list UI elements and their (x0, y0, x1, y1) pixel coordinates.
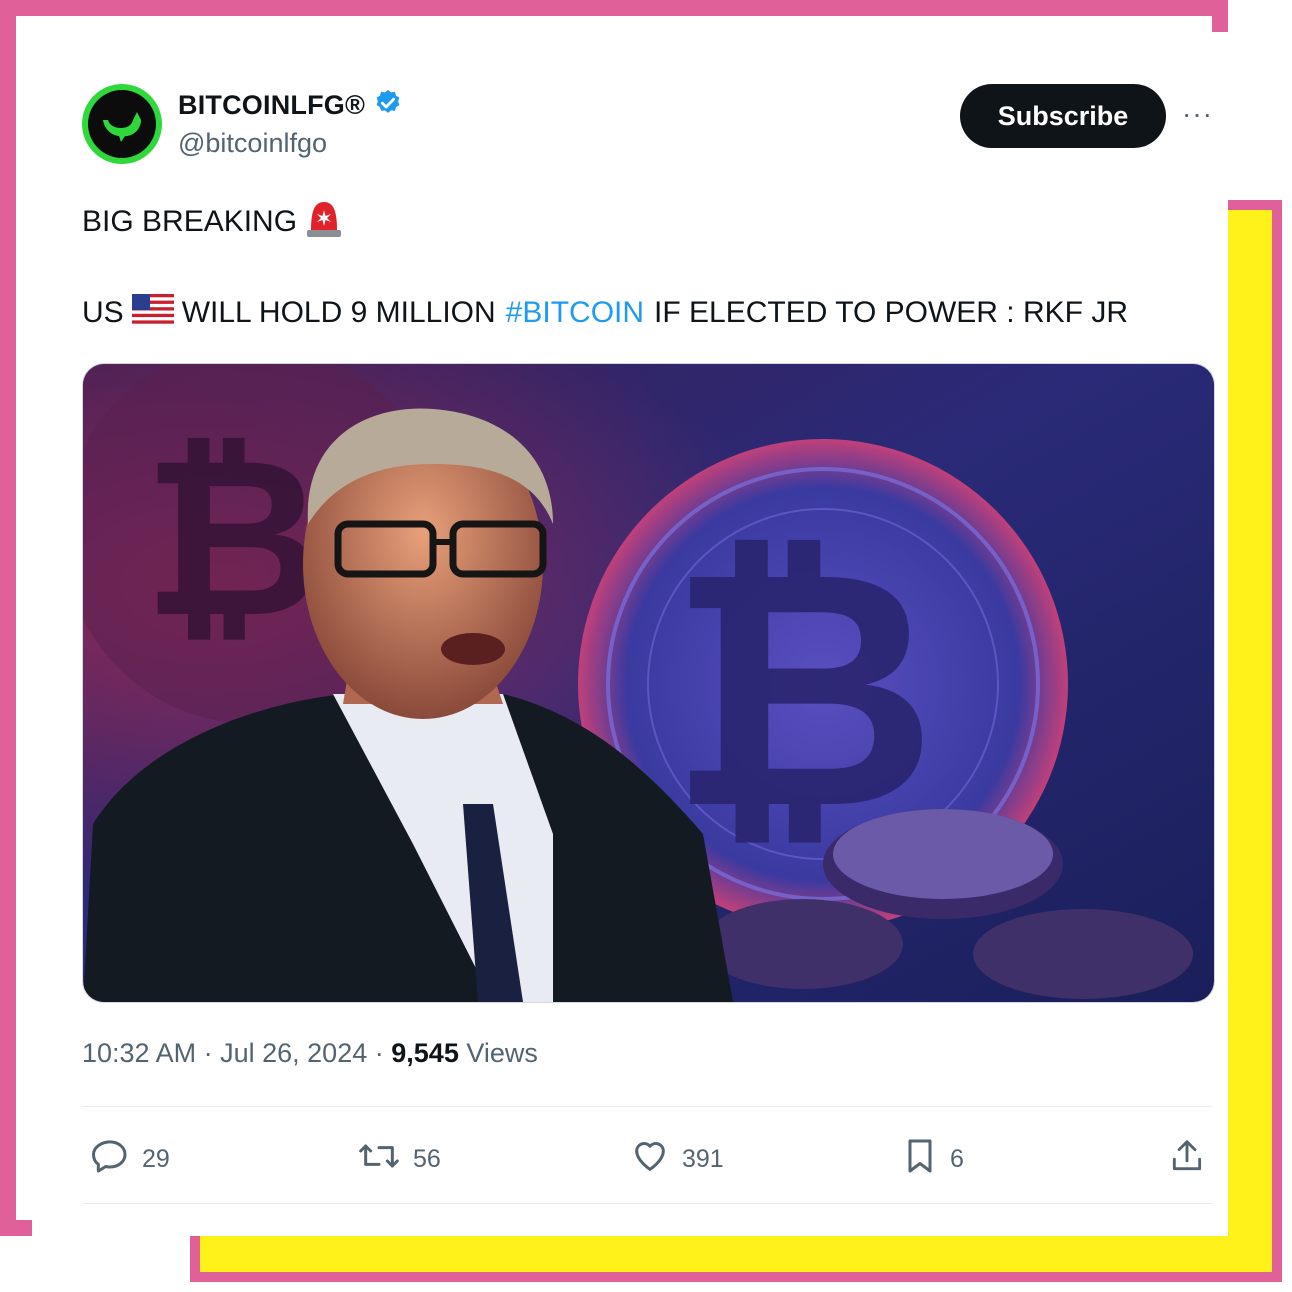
pink-border-frame: BITCOINLFG® @bitcoinlfgo Subscribe ··· B… (0, 0, 1228, 1236)
bookmark-button[interactable]: 6 (902, 1136, 964, 1183)
text-us: US (82, 296, 124, 329)
verified-badge-icon (373, 88, 403, 123)
tweet-text-line-1: BIG BREAKING (82, 198, 351, 246)
reply-icon (90, 1136, 130, 1183)
repost-icon (357, 1136, 401, 1183)
text-if-elected: IF ELECTED TO POWER : RKF JR (654, 296, 1128, 329)
tweet-text-line-2: US WILL HOLD 9 MILLION #BITCOIN IF ELECT… (82, 294, 1128, 332)
tweet-time[interactable]: 10:32 AM (82, 1038, 196, 1068)
heart-icon (630, 1136, 670, 1183)
whale-logo-icon (88, 90, 156, 158)
more-options-icon[interactable]: ··· (1182, 98, 1213, 130)
meta-separator: · (374, 1038, 384, 1068)
subscribe-button[interactable]: Subscribe (960, 84, 1166, 148)
hashtag-link[interactable]: #BITCOIN (506, 296, 644, 330)
handle[interactable]: @bitcoinlfgo (178, 128, 327, 159)
repost-count: 56 (413, 1145, 441, 1173)
views-label: Views (466, 1038, 538, 1068)
name-row: BITCOINLFG® (178, 88, 403, 123)
views-count: 9,545 (391, 1038, 459, 1068)
bookmark-count: 6 (950, 1145, 964, 1173)
share-button[interactable] (1168, 1136, 1206, 1183)
reply-button[interactable]: 29 (90, 1136, 170, 1183)
us-flag-emoji (131, 294, 174, 332)
avatar[interactable] (82, 84, 162, 164)
tweet-meta: 10:32 AM · Jul 26, 2024 · 9,545 Views (82, 1038, 538, 1069)
tweet-photo[interactable]: ₿ ₿ (82, 363, 1215, 1003)
text-will-hold: WILL HOLD 9 MILLION (181, 296, 496, 329)
svg-text:₿: ₿ (143, 415, 322, 661)
like-button[interactable]: 391 (630, 1136, 724, 1183)
share-icon (1168, 1136, 1206, 1183)
police-light-emoji (305, 198, 343, 246)
reply-count: 29 (142, 1145, 170, 1173)
headline-text: BIG BREAKING (82, 205, 298, 238)
tweet-date[interactable]: Jul 26, 2024 (220, 1038, 367, 1068)
tweet-card: BITCOINLFG® @bitcoinlfgo Subscribe ··· B… (32, 32, 1228, 1236)
display-name[interactable]: BITCOINLFG® (178, 90, 365, 121)
divider (82, 1106, 1212, 1107)
bitcoin-photo: ₿ ₿ (83, 364, 1214, 1002)
like-count: 391 (682, 1145, 724, 1173)
divider (82, 1203, 1212, 1204)
meta-separator: · (203, 1038, 213, 1068)
bookmark-icon (902, 1136, 938, 1183)
repost-button[interactable]: 56 (357, 1136, 441, 1183)
